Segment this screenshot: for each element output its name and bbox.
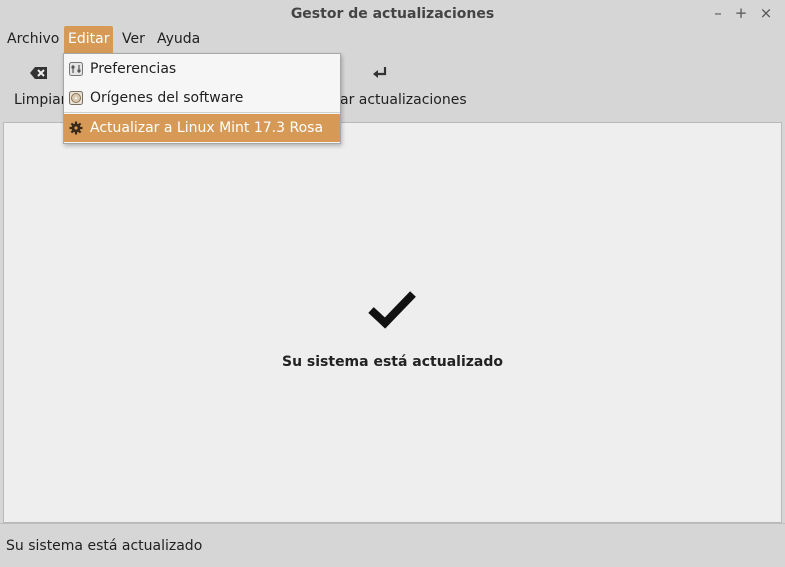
upgrade-gear-icon	[69, 121, 83, 135]
menu-editar[interactable]: Editar	[64, 26, 114, 53]
window-title: Gestor de actualizaciones	[290, 6, 495, 22]
menu-item-software-sources-label: Orígenes del software	[90, 90, 244, 106]
menu-bar: Archivo Editar Ver Ayuda	[0, 26, 785, 53]
menu-item-software-sources[interactable]: Orígenes del software	[64, 84, 340, 112]
main-content: Su sistema está actualizado	[3, 122, 782, 523]
menu-ver[interactable]: Ver	[118, 26, 149, 53]
preferences-icon	[69, 62, 83, 76]
menu-item-upgrade-mint-label: Actualizar a Linux Mint 17.3 Rosa	[90, 120, 324, 136]
software-sources-icon	[69, 91, 83, 105]
menu-item-upgrade-mint[interactable]: Actualizar a Linux Mint 17.3 Rosa	[64, 114, 340, 142]
menu-separator	[64, 112, 340, 113]
status-message: Su sistema está actualizado	[281, 354, 503, 370]
close-button[interactable]: ×	[757, 4, 775, 22]
statusbar-text: Su sistema está actualizado	[6, 538, 203, 554]
clear-button[interactable]: Limpiar	[10, 53, 70, 117]
clear-icon	[30, 67, 47, 79]
minimize-button[interactable]: –	[709, 4, 727, 22]
menu-archivo[interactable]: Archivo	[3, 26, 63, 53]
maximize-button[interactable]: +	[732, 4, 750, 22]
menu-ayuda[interactable]: Ayuda	[153, 26, 204, 53]
install-updates-label: ar actualizaciones	[340, 92, 467, 108]
checkmark-icon	[368, 291, 416, 329]
update-manager-window: Gestor de actualizaciones – + × Archivo …	[0, 0, 785, 567]
return-arrow-icon	[373, 67, 387, 78]
clear-button-label: Limpiar	[14, 92, 67, 108]
install-updates-button[interactable]: ar actualizaciones	[330, 53, 470, 117]
title-bar[interactable]: Gestor de actualizaciones – + ×	[0, 0, 785, 28]
edit-menu-dropdown: Preferencias Orígenes del software Actua…	[63, 53, 341, 144]
menu-item-preferences[interactable]: Preferencias	[64, 55, 340, 83]
status-bar: Su sistema está actualizado	[0, 523, 785, 567]
menu-item-preferences-label: Preferencias	[90, 61, 177, 77]
